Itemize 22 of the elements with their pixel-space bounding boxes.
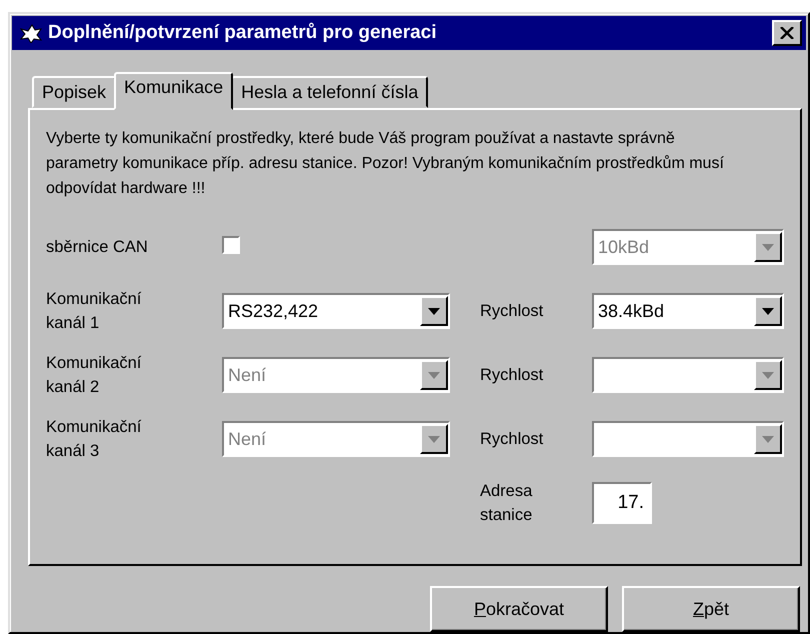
- dialog-button[interactable]: Zpět: [622, 586, 800, 632]
- channel-label: Komunikační kanál 1: [46, 289, 142, 334]
- can-bus-label: sběrnice CAN: [46, 237, 149, 258]
- tab[interactable]: Popisek: [32, 76, 116, 108]
- window-title: Doplnění/potvrzení parametrů pro generaci: [48, 22, 438, 44]
- dropdown-field[interactable]: 38.4kBd: [592, 293, 784, 329]
- dropdown-field[interactable]: RS232,422: [222, 293, 450, 329]
- close-button[interactable]: [772, 20, 802, 46]
- tab[interactable]: Komunikace: [114, 72, 234, 110]
- speed-label: Rychlost: [480, 301, 544, 322]
- tab[interactable]: Hesla a telefonní čísla: [231, 76, 428, 108]
- address-label: Adresa stanice: [480, 481, 534, 526]
- checkbox[interactable]: [222, 236, 240, 254]
- description-text: Vyberte ty komunikační prostředky, které bude Váš program používat a nastavte správně parametry komunikace příp. adresu stanice. Pozor! Vybraným komunikačním prostředkům musí odpovídat hardware !!!: [46, 129, 725, 199]
- address-field[interactable]: 17.: [592, 482, 652, 524]
- dialog-button[interactable]: Pokračovat: [430, 586, 608, 632]
- app-icon: [20, 23, 42, 43]
- speed-label: Rychlost: [480, 429, 544, 450]
- close-icon: [780, 27, 794, 39]
- channel-label: Komunikační kanál 3: [46, 417, 142, 462]
- channel-label: Komunikační kanál 2: [46, 353, 142, 398]
- speed-label: Rychlost: [480, 365, 544, 386]
